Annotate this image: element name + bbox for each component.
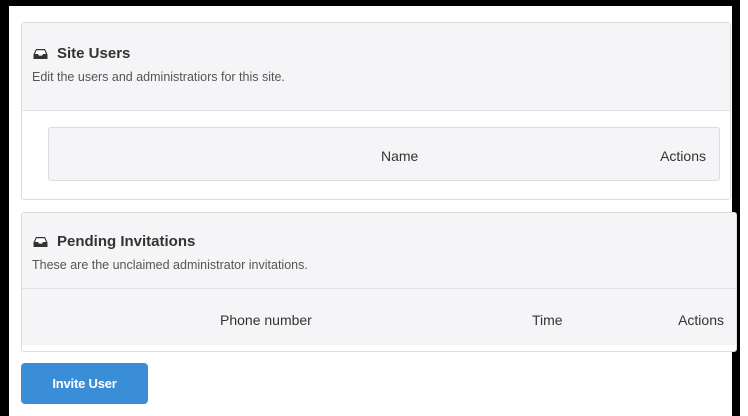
site-users-title-row: Site Users: [32, 43, 730, 63]
invite-user-button[interactable]: Invite User: [21, 363, 148, 404]
pending-invitations-title: Pending Invitations: [57, 232, 196, 250]
inbox-tray-icon: [33, 47, 48, 59]
pending-invitations-panel: Pending Invitations These are the unclai…: [21, 212, 737, 352]
column-header-name[interactable]: Name: [381, 148, 418, 164]
pending-invitations-panel-header: Pending Invitations These are the unclai…: [22, 213, 736, 289]
pending-invitations-title-row: Pending Invitations: [32, 231, 736, 251]
inbox-tray-icon: [33, 235, 48, 247]
column-header-phone-number[interactable]: Phone number: [220, 312, 312, 328]
page-frame: Site Users Edit the users and administra…: [0, 0, 740, 416]
site-users-table: Name Actions: [48, 127, 720, 181]
site-users-title: Site Users: [57, 44, 131, 62]
site-users-description: Edit the users and administratiors for t…: [32, 70, 285, 84]
column-header-actions[interactable]: Actions: [660, 148, 706, 164]
column-header-actions[interactable]: Actions: [678, 312, 724, 328]
site-users-panel-header: Site Users Edit the users and administra…: [22, 23, 730, 111]
pending-invitations-description: These are the unclaimed administrator in…: [32, 258, 308, 272]
site-users-panel: Site Users Edit the users and administra…: [21, 22, 731, 200]
column-header-time[interactable]: Time: [532, 312, 563, 328]
pending-invitations-table-header: Phone number Time Actions: [22, 289, 736, 345]
